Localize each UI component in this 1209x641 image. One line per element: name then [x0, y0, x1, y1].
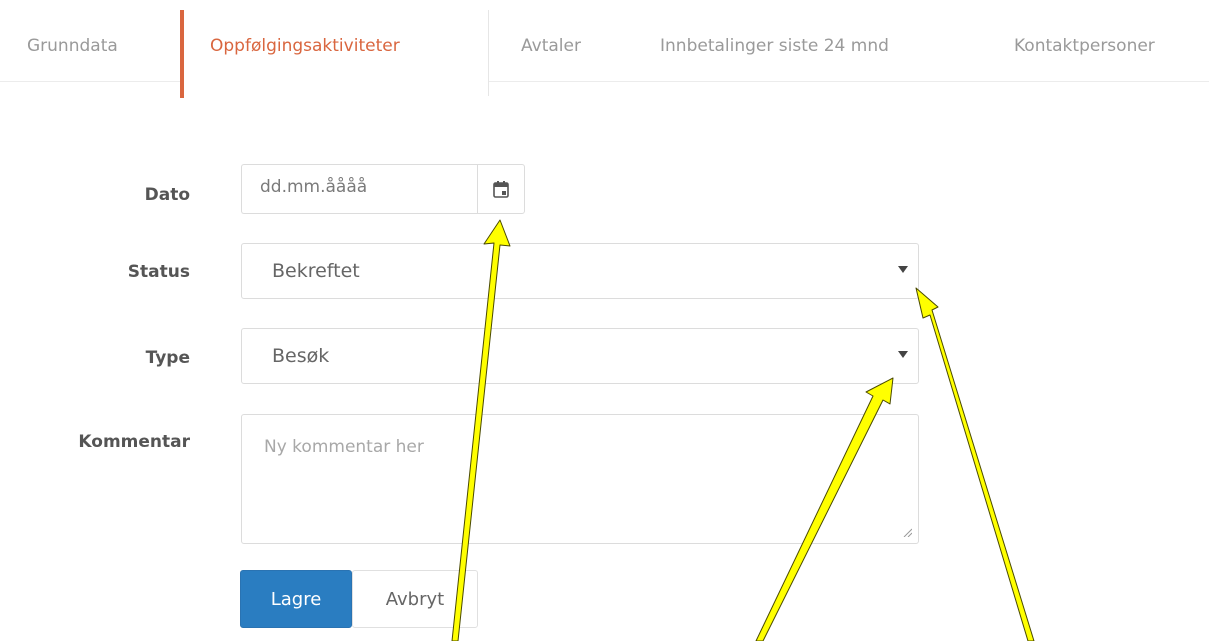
tab-oppfolgingsaktiviteter[interactable]: Oppfølgingsaktiviteter — [210, 10, 400, 82]
annotation-arrow — [915, 287, 1035, 641]
save-button[interactable]: Lagre — [240, 570, 352, 628]
comment-placeholder: Ny kommentar her — [264, 437, 424, 457]
tab-kontaktpersoner[interactable]: Kontaktpersoner — [1014, 10, 1155, 82]
tab-divider — [488, 10, 489, 96]
status-label: Status — [127, 262, 190, 282]
type-label: Type — [145, 348, 190, 368]
comment-textarea[interactable]: Ny kommentar her — [241, 414, 919, 544]
type-select[interactable]: Besøk — [241, 328, 919, 384]
tab-innbetalinger[interactable]: Innbetalinger siste 24 mnd — [660, 10, 889, 82]
comment-label: Kommentar — [78, 432, 190, 452]
type-value: Besøk — [272, 345, 330, 367]
cancel-button[interactable]: Avbryt — [352, 570, 478, 628]
status-select[interactable]: Bekreftet — [241, 243, 919, 299]
caret-down-icon — [898, 266, 908, 273]
calendar-icon — [493, 181, 509, 198]
active-tab-indicator — [180, 10, 184, 98]
caret-down-icon — [898, 351, 908, 358]
tab-avtaler[interactable]: Avtaler — [521, 10, 581, 82]
date-placeholder: dd.mm.åååå — [260, 177, 368, 197]
date-input[interactable]: dd.mm.åååå — [241, 164, 477, 214]
resize-handle-icon[interactable] — [902, 527, 912, 537]
calendar-button[interactable] — [477, 164, 525, 214]
tab-grunndata[interactable]: Grunndata — [27, 10, 118, 82]
date-label: Dato — [144, 185, 190, 205]
tab-bar: Grunndata Oppfølgingsaktiviteter Avtaler… — [0, 0, 1209, 98]
status-value: Bekreftet — [272, 260, 360, 282]
